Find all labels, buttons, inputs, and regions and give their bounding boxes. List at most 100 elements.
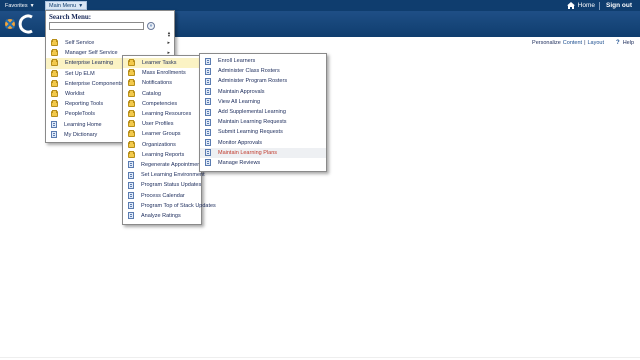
document-icon xyxy=(205,149,211,157)
menu-item-label: Worklist xyxy=(65,91,85,98)
menu-item-label: PeopleTools xyxy=(65,111,95,118)
personalize-content-link[interactable]: Content xyxy=(563,40,582,46)
caret-down-icon: ▼ xyxy=(29,2,35,9)
document-icon xyxy=(205,118,211,126)
document-icon xyxy=(205,108,211,116)
menu-item[interactable]: Process Calendar xyxy=(123,190,201,200)
menu-item[interactable]: Program Status Updates xyxy=(123,180,201,190)
menu-item-label: Maintain Learning Plans xyxy=(218,149,278,156)
help-label: Help xyxy=(622,40,634,46)
menu-item-label: User Profiles xyxy=(142,121,174,128)
folder-icon xyxy=(51,69,58,77)
menu-item-label: Mass Enrollments xyxy=(142,70,186,77)
home-link[interactable]: Home xyxy=(566,0,595,11)
page-bottom-divider xyxy=(0,357,640,358)
search-menu-input[interactable] xyxy=(49,22,144,30)
menu-item-label: Catalog xyxy=(142,90,161,97)
search-menu-label: Search Menu: xyxy=(49,13,92,21)
menu-item[interactable]: Notifications xyxy=(123,78,201,88)
folder-icon xyxy=(51,59,58,67)
menu-item[interactable]: Submit Learning Requests xyxy=(200,127,326,137)
menu-item[interactable]: Learning Resources xyxy=(123,109,201,119)
menu-item[interactable]: Program Top of Stack Updates xyxy=(123,201,216,211)
menu-item[interactable]: Self Service ▸ xyxy=(46,38,174,48)
caret-down-icon: ▼ xyxy=(78,2,84,9)
folder-icon xyxy=(51,110,58,118)
document-icon xyxy=(205,128,211,136)
signout-link[interactable]: Sign out xyxy=(606,0,632,11)
menu-item[interactable]: Organizations xyxy=(123,140,201,150)
learner-tasks-submenu: Enroll Learners Administer Class Rosters A… xyxy=(199,53,327,172)
menu-item[interactable]: Regenerate Appointment xyxy=(123,160,202,170)
document-icon xyxy=(51,121,57,129)
folder-icon xyxy=(128,120,135,128)
menu-item[interactable]: Learner Groups xyxy=(123,129,201,139)
personalize-label: Personalize xyxy=(532,40,561,46)
menu-item[interactable]: Administer Class Rosters xyxy=(200,66,326,76)
menu-item-label: Regenerate Appointment xyxy=(141,161,202,168)
document-icon xyxy=(128,192,134,200)
document-icon xyxy=(205,88,211,96)
menu-item-label: Process Calendar xyxy=(141,192,185,199)
menu-item[interactable]: Add Supplemental Learning xyxy=(200,107,326,117)
document-icon xyxy=(128,212,134,220)
menu-item[interactable]: Enroll Learners xyxy=(200,56,326,66)
personalize-layout-link[interactable]: Layout xyxy=(588,40,605,46)
document-icon xyxy=(205,139,211,147)
menu-item-label: Enterprise Components xyxy=(65,80,123,87)
menu-item-label: Learning Reports xyxy=(142,151,185,158)
menu-item[interactable]: Manage Reviews xyxy=(200,158,326,168)
main-menu-button[interactable]: Main Menu ▼ xyxy=(45,1,88,10)
menu-item-label: Program Top of Stack Updates xyxy=(141,202,216,209)
folder-icon xyxy=(128,140,135,148)
menu-item-label: Reporting Tools xyxy=(65,101,104,108)
menu-item[interactable]: Maintain Approvals xyxy=(200,87,326,97)
menu-item-label: Enterprise Learning xyxy=(65,60,114,67)
menu-item-label: Monitor Approvals xyxy=(218,139,263,146)
document-icon xyxy=(205,159,211,167)
folder-icon xyxy=(51,100,58,108)
favorites-label: Favorites xyxy=(5,2,28,9)
document-icon xyxy=(205,67,211,75)
menu-item[interactable]: Maintain Learning Requests xyxy=(200,117,326,127)
menu-item-label: Notifications xyxy=(142,80,172,87)
menu-item-label: Add Supplemental Learning xyxy=(218,109,286,116)
favorites-menu[interactable]: Favorites ▼ xyxy=(2,1,38,10)
separator: | xyxy=(584,40,586,46)
document-icon xyxy=(205,57,211,65)
document-icon xyxy=(128,202,134,210)
menu-item[interactable]: Learning Reports xyxy=(123,150,201,160)
folder-icon xyxy=(128,59,135,67)
menu-item-label: Competencies xyxy=(142,100,178,107)
signout-label: Sign out xyxy=(606,2,632,9)
menu-item[interactable]: Administer Program Rosters xyxy=(200,76,326,86)
menu-item-label: Organizations xyxy=(142,141,176,148)
enterprise-learning-submenu: Learner Tasks Mass Enrollments Notificatio… xyxy=(122,55,216,225)
menu-item[interactable]: View All Learning xyxy=(200,97,326,107)
menu-item-label: Learning Resources xyxy=(142,111,192,118)
folder-icon xyxy=(128,99,135,107)
menu-item-label: Maintain Learning Requests xyxy=(218,119,287,126)
menu-item[interactable]: Catalog xyxy=(123,89,201,99)
menu-item-label: Enroll Learners xyxy=(218,58,256,65)
menu-scroll-arrows[interactable]: ▲ ▼ xyxy=(167,31,171,38)
menu-item[interactable]: User Profiles xyxy=(123,119,201,129)
divider xyxy=(599,2,600,10)
menu-item-label: Learning Home xyxy=(64,121,102,128)
menu-item[interactable]: Maintain Learning Plans xyxy=(200,147,326,158)
menu-item[interactable]: Learner Tasks xyxy=(123,58,201,69)
menu-item-label: Learner Tasks xyxy=(142,60,177,67)
menu-item[interactable]: Analyze Ratings xyxy=(123,211,201,221)
menu-item-label: Manage Reviews xyxy=(218,159,261,166)
menu-item-label: Program Status Updates xyxy=(141,182,202,189)
menu-item[interactable]: Competencies xyxy=(123,99,201,109)
menu-item-label: Set Learning Environment xyxy=(141,172,205,179)
menu-item-label: View All Learning xyxy=(218,98,261,105)
menu-item[interactable]: Set Learning Environment xyxy=(123,170,205,180)
menu-item[interactable]: Mass Enrollments xyxy=(123,68,201,78)
help-link[interactable]: ? Help xyxy=(616,40,634,46)
menu-item-label: My Dictionary xyxy=(64,131,98,138)
menu-item[interactable]: Monitor Approvals xyxy=(200,138,326,148)
document-icon xyxy=(128,181,134,189)
search-go-button[interactable]: » xyxy=(147,22,155,30)
